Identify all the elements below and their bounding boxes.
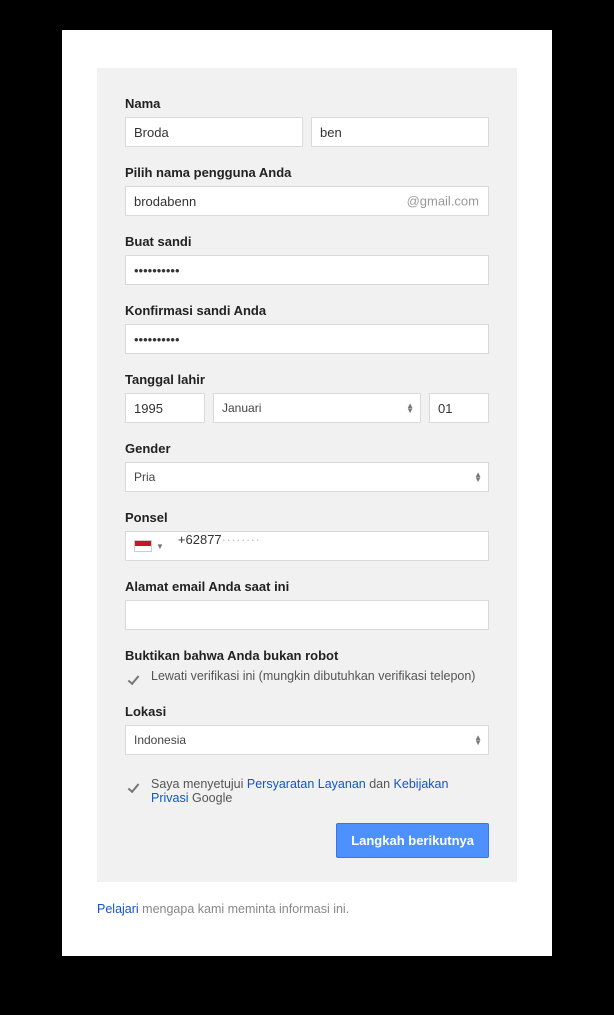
dob-month-select[interactable]: Januari ▲▼ [213,393,421,423]
terms-link[interactable]: Persyaratan Layanan [247,777,366,791]
location-value: Indonesia [134,733,186,747]
chevron-updown-icon: ▲▼ [406,403,414,413]
phone-wrap: ▼ +62877········ [125,531,489,561]
gender-label: Gender [125,441,489,456]
footer-rest: mengapa kami meminta informasi ini. [139,902,350,916]
current-email-group: Alamat email Anda saat ini [125,579,489,630]
submit-row: Langkah berikutnya [125,823,489,858]
username-group: Pilih nama pengguna Anda @gmail.com [125,165,489,216]
name-label: Nama [125,96,489,111]
dob-group: Tanggal lahir Januari ▲▼ [125,372,489,423]
chevron-updown-icon: ▲▼ [474,472,482,482]
dob-day-input[interactable] [429,393,489,423]
username-input[interactable] [125,186,489,216]
agree-text: Saya menyetujui Persyaratan Layanan dan … [151,777,489,805]
chevron-updown-icon: ▲▼ [474,735,482,745]
name-row [125,117,489,147]
dob-year-input[interactable] [125,393,205,423]
dob-label: Tanggal lahir [125,372,489,387]
flag-indonesia-icon [134,540,152,552]
username-wrap: @gmail.com [125,186,489,216]
current-email-label: Alamat email Anda saat ini [125,579,489,594]
current-email-input[interactable] [125,600,489,630]
phone-group: Ponsel ▼ +62877········ [125,510,489,561]
confirm-label: Konfirmasi sandi Anda [125,303,489,318]
gender-group: Gender Pria ▲▼ [125,441,489,492]
learn-link[interactable]: Pelajari [97,902,139,916]
location-group: Lokasi Indonesia ▲▼ [125,704,489,755]
gender-select[interactable]: Pria ▲▼ [125,462,489,492]
confirm-group: Konfirmasi sandi Anda [125,303,489,354]
dob-row: Januari ▲▼ [125,393,489,423]
confirm-input[interactable] [125,324,489,354]
phone-input[interactable]: +62877········ [170,532,488,560]
robot-group: Buktikan bahwa Anda bukan robot Lewati v… [125,648,489,686]
chevron-down-icon: ▼ [156,542,164,551]
next-step-button[interactable]: Langkah berikutnya [336,823,489,858]
phone-label: Ponsel [125,510,489,525]
form-panel: Nama Pilih nama pengguna Anda @gmail.com… [97,68,517,882]
username-label: Pilih nama pengguna Anda [125,165,489,180]
checkmark-icon[interactable] [125,670,141,686]
phone-masked: ········ [222,532,261,547]
phone-prefix: +62877 [178,532,222,547]
signup-page: Nama Pilih nama pengguna Anda @gmail.com… [62,30,552,956]
password-group: Buat sandi [125,234,489,285]
country-flag-select[interactable]: ▼ [126,540,170,552]
gender-value: Pria [134,470,155,484]
location-label: Lokasi [125,704,489,719]
password-label: Buat sandi [125,234,489,249]
footer-info: Pelajari mengapa kami meminta informasi … [97,902,517,916]
dob-month-value: Januari [222,401,261,415]
skip-verify-text: Lewati verifikasi ini (mungkin dibutuhka… [151,669,475,683]
checkmark-icon[interactable] [125,778,141,794]
first-name-input[interactable] [125,117,303,147]
name-group: Nama [125,96,489,147]
agree-row: Saya menyetujui Persyaratan Layanan dan … [125,777,489,805]
location-select[interactable]: Indonesia ▲▼ [125,725,489,755]
robot-label: Buktikan bahwa Anda bukan robot [125,648,489,663]
skip-verify-row: Lewati verifikasi ini (mungkin dibutuhka… [125,669,489,686]
password-input[interactable] [125,255,489,285]
last-name-input[interactable] [311,117,489,147]
